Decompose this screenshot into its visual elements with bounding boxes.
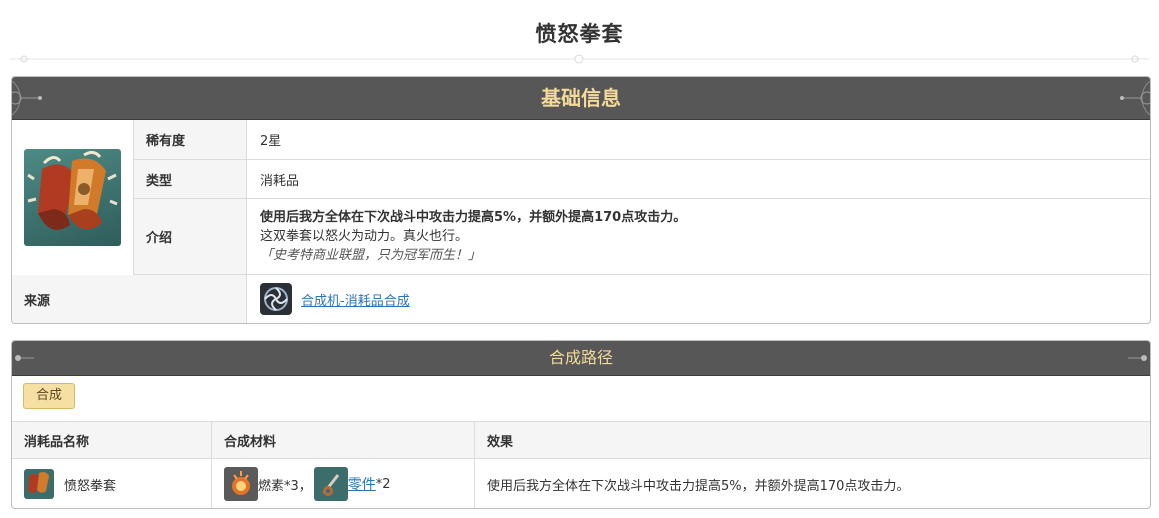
ornament-right-icon <box>1128 355 1147 361</box>
consumable-name: 愤怒拳套 <box>64 478 117 494</box>
material-2-link[interactable]: 零件 <box>348 474 376 494</box>
basic-info-panel: 基础信息 稀有度 2星 类型 消耗品 介绍 使用后我方全体在下次战斗中攻击力提高… <box>11 76 1151 324</box>
column-header-effect: 效果 <box>487 434 514 450</box>
intro-quote: 「史考特商业联盟，只为冠军而生！」 <box>260 248 482 263</box>
item-icon-cell <box>12 120 134 276</box>
column-header-materials: 合成材料 <box>212 422 475 458</box>
ornament-right-icon <box>1120 80 1150 116</box>
phlogiston-icon <box>224 467 258 501</box>
boxing-gloves-icon <box>24 469 54 499</box>
table-row: 愤怒拳套 燃素 *3， 零件 *2 使用后我方全体在下次战斗中攻击力提高5%，并… <box>12 459 1150 508</box>
rarity-row: 稀有度 2星 <box>134 120 1150 160</box>
craft-path-header: 合成路径 <box>12 341 1150 376</box>
material-1-name: 燃素 <box>258 478 285 494</box>
materials-cell: 燃素 *3， 零件 *2 <box>212 459 475 508</box>
parts-icon <box>313 467 348 501</box>
title-divider <box>10 54 1149 64</box>
column-header-name: 消耗品名称 <box>12 422 212 458</box>
basic-info-title: 基础信息 <box>541 86 621 110</box>
source-row: 来源 合成机-消耗品合成 <box>12 275 1150 323</box>
synthesizer-icon <box>260 283 292 315</box>
rarity-value: 2星 <box>260 134 282 149</box>
consumable-name-cell: 愤怒拳套 <box>12 459 212 508</box>
ornament-left-icon <box>15 355 34 361</box>
material-1-qty: *3， <box>284 478 312 494</box>
intro-description: 这双拳套以怒火为动力。真火也行。 <box>260 229 469 244</box>
intro-label: 介绍 <box>134 199 247 274</box>
effect-text: 使用后我方全体在下次战斗中攻击力提高5%，并额外提高170点攻击力。 <box>487 478 910 494</box>
page-title: 愤怒拳套 <box>535 22 624 46</box>
source-link[interactable]: 合成机-消耗品合成 <box>301 290 410 309</box>
effect-cell: 使用后我方全体在下次战斗中攻击力提高5%，并额外提高170点攻击力。 <box>475 459 1150 508</box>
intro-effect: 使用后我方全体在下次战斗中攻击力提高5%，并额外提高170点攻击力。 <box>260 210 687 225</box>
ornament-left-icon <box>12 80 42 116</box>
type-value: 消耗品 <box>260 173 300 189</box>
craft-path-panel: 合成路径 合成 消耗品名称 合成材料 效果 愤怒拳套 燃素 *3， 零件 *2 … <box>11 340 1151 509</box>
craft-tab-bar: 合成 <box>12 376 1150 422</box>
type-row: 类型 消耗品 <box>134 160 1150 199</box>
table-header: 消耗品名称 合成材料 效果 <box>12 422 1150 459</box>
boxing-gloves-icon <box>24 149 121 246</box>
type-label: 类型 <box>134 160 247 198</box>
tab-craft[interactable]: 合成 <box>23 383 75 409</box>
craft-path-title: 合成路径 <box>548 348 613 367</box>
intro-row: 介绍 使用后我方全体在下次战斗中攻击力提高5%，并额外提高170点攻击力。 这双… <box>134 199 1150 275</box>
rarity-label: 稀有度 <box>134 120 247 159</box>
basic-info-header: 基础信息 <box>12 77 1150 120</box>
source-label: 来源 <box>12 275 247 323</box>
material-2-qty: *2 <box>375 476 391 492</box>
